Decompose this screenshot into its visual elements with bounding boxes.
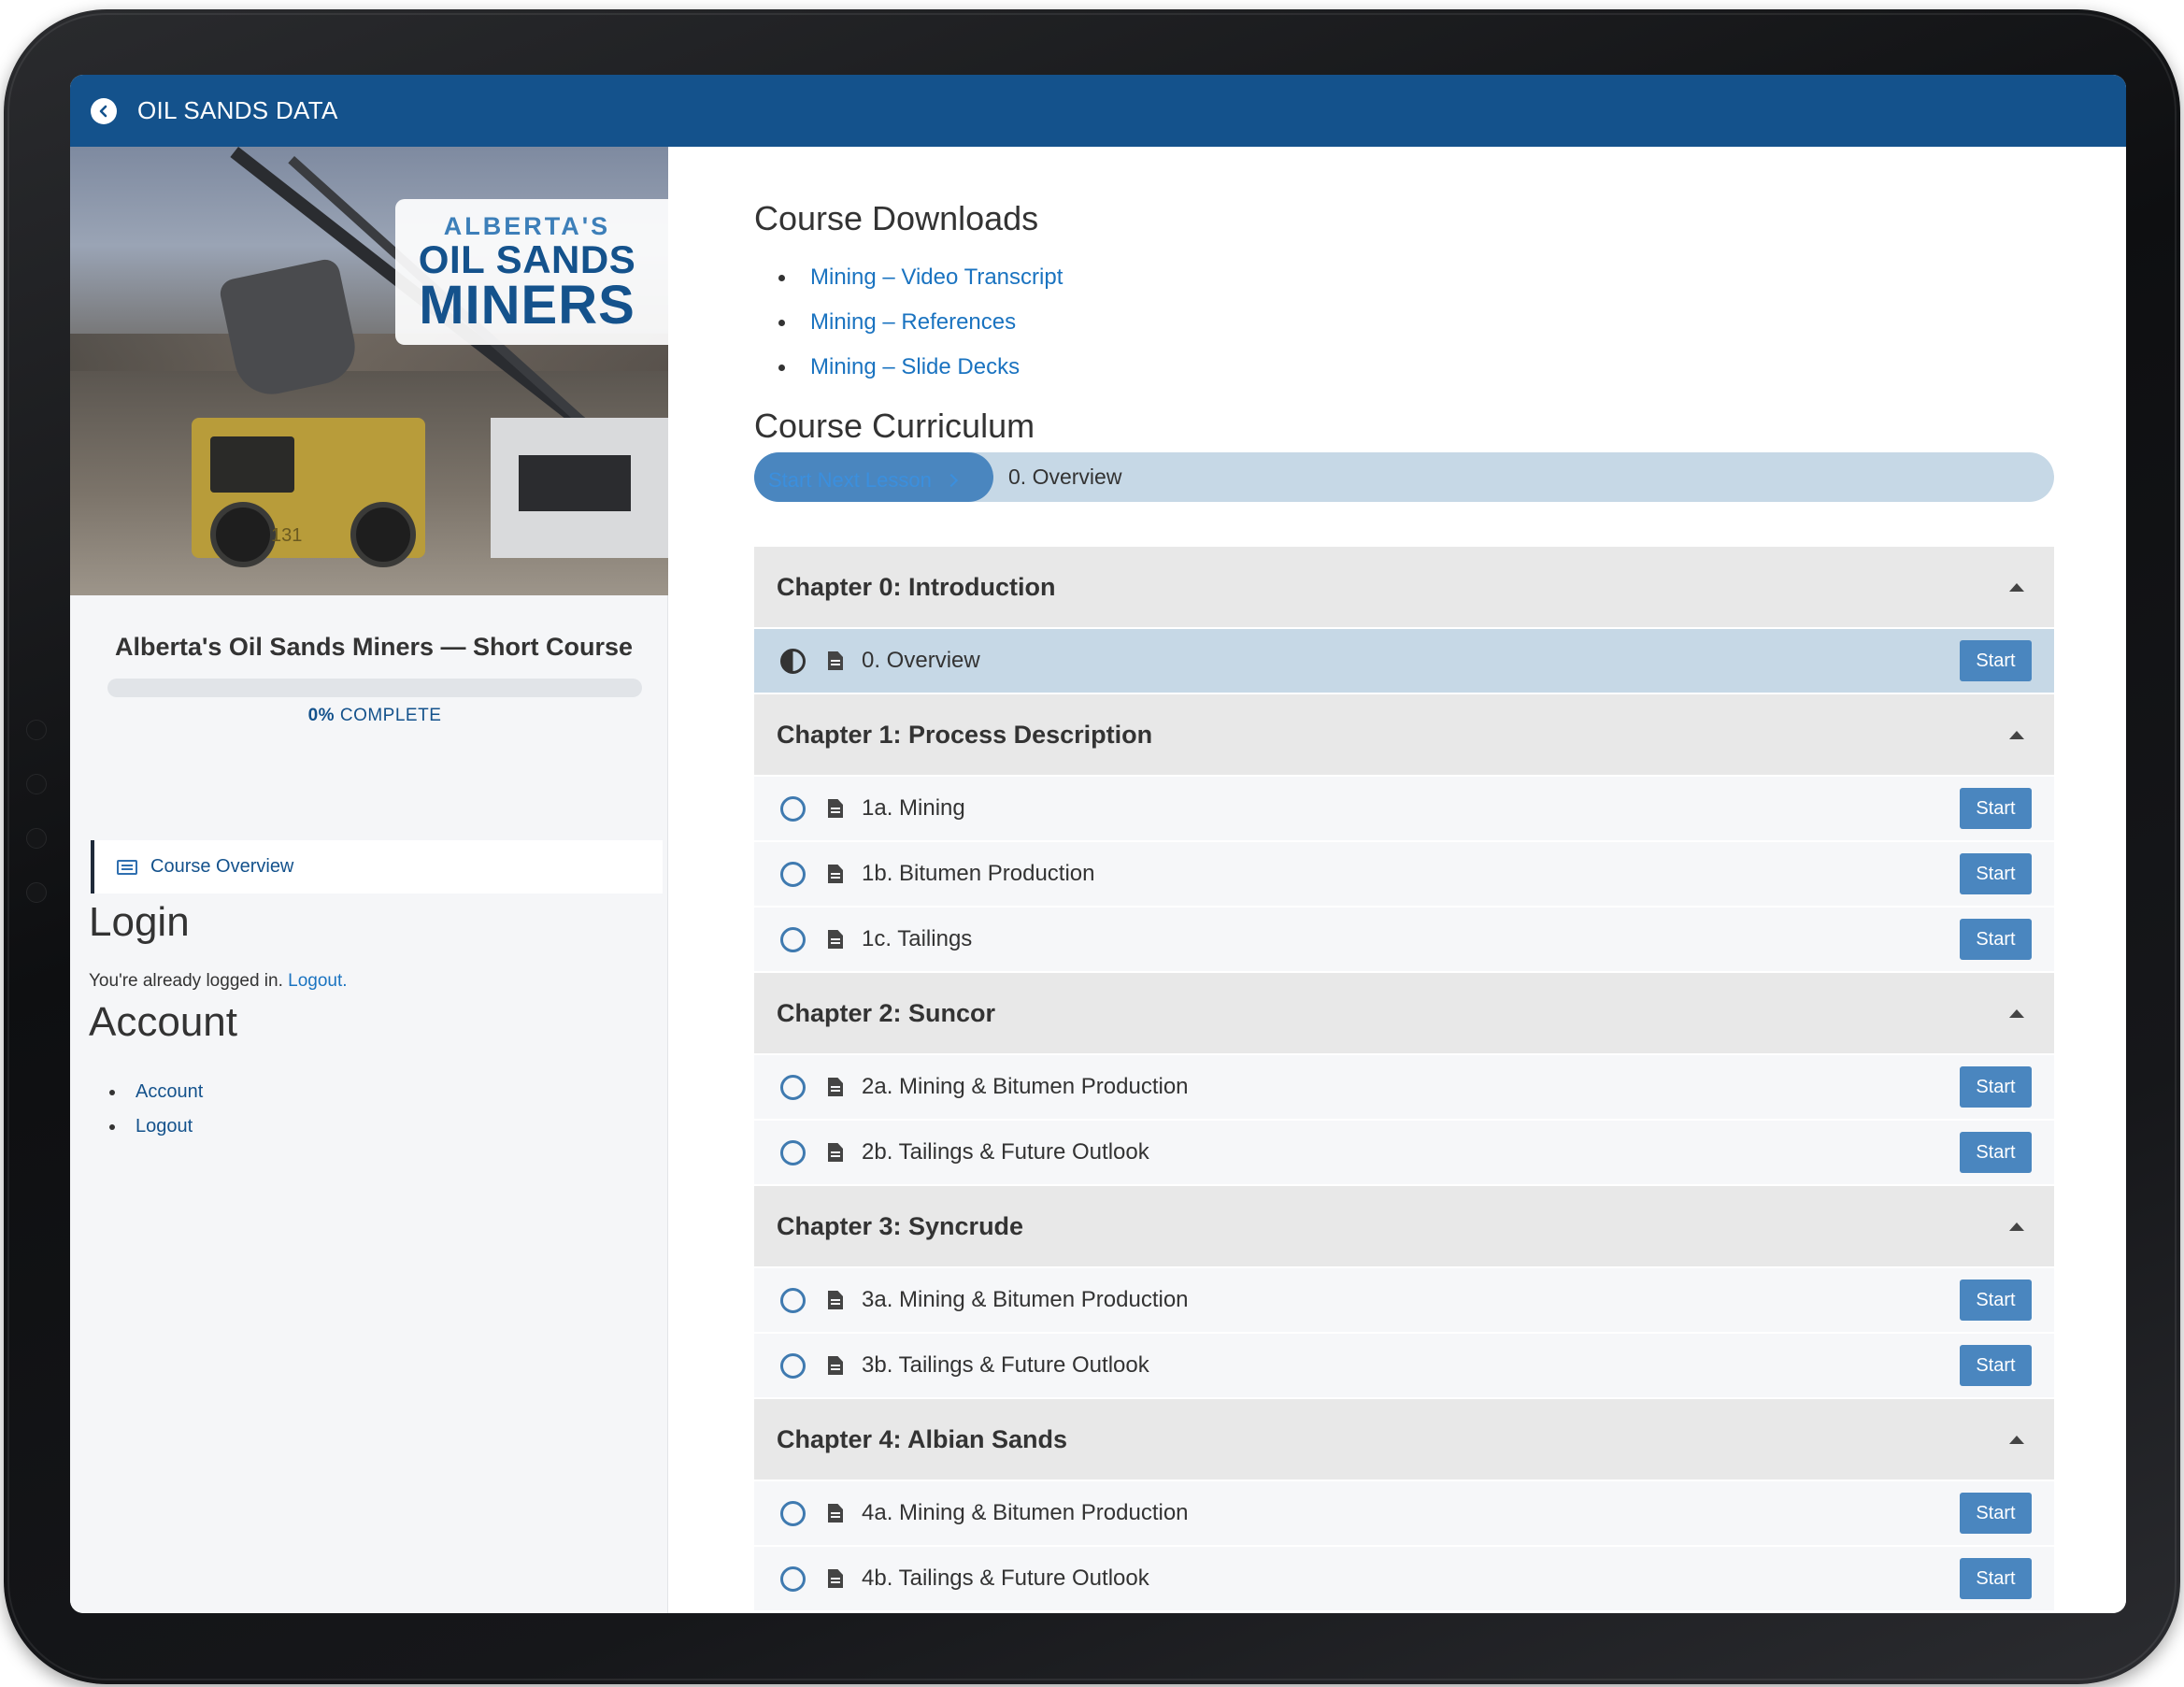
document-icon [828,799,843,818]
not-started-icon [780,795,806,822]
account-link[interactable]: Account [109,1081,203,1103]
caret-up-icon[interactable] [2009,730,2024,739]
main-content: Course Downloads Mining – Video Transcri… [668,147,2126,1613]
document-icon [828,651,843,670]
next-lesson-bar: Start Next Lesson 0. Overview [754,452,2054,502]
lesson-row[interactable]: 1a. Mining Start [754,777,2054,842]
document-icon [828,1569,843,1588]
not-started-icon [780,1074,806,1100]
start-button[interactable]: Start [1960,788,2032,829]
start-button[interactable]: Start [1960,1558,2032,1599]
course-hero-image: ALBERTA'S OIL SANDS MINERS 131 [70,147,668,595]
not-started-icon [780,1352,806,1379]
chapter-header[interactable]: Chapter 2: Suncor [754,973,2054,1055]
start-button[interactable]: Start [1960,1345,2032,1386]
lesson-row[interactable]: 2a. Mining & Bitumen Production Start [754,1055,2054,1121]
document-icon [828,1356,843,1375]
not-started-icon [780,861,806,887]
not-started-icon [780,926,806,952]
start-button[interactable]: Start [1960,1066,2032,1108]
top-bar: OIL SANDS DATA [70,75,2126,147]
document-icon [828,1504,843,1523]
back-arrow-icon[interactable] [91,97,117,124]
start-button[interactable]: Start [1960,1280,2032,1321]
start-button[interactable]: Start [1960,853,2032,894]
account-heading: Account [89,999,237,1045]
document-icon [828,1291,843,1309]
curriculum-heading: Course Curriculum [754,407,1035,445]
account-links: Account Logout [109,1081,203,1151]
caret-up-icon[interactable] [2009,1008,2024,1018]
lesson-row[interactable]: 1c. Tailings Start [754,908,2054,973]
course-logo: ALBERTA'S OIL SANDS MINERS [395,199,668,345]
not-started-icon [780,1287,806,1313]
login-heading: Login [89,899,190,945]
not-started-icon [780,1565,806,1592]
document-icon [828,930,843,949]
logout-inline-link[interactable]: Logout. [288,971,347,991]
chapter-header[interactable]: Chapter 0: Introduction [754,547,2054,629]
caret-up-icon[interactable] [2009,582,2024,592]
progress-bar [107,679,642,697]
in-progress-icon [780,648,806,674]
list-icon [117,859,137,875]
chapter-header[interactable]: Chapter 3: Syncrude [754,1186,2054,1268]
start-button[interactable]: Start [1960,1132,2032,1173]
lesson-row[interactable]: 4a. Mining & Bitumen Production Start [754,1481,2054,1547]
lesson-row[interactable]: 0. Overview Start [754,629,2054,694]
progress-text: 0% COMPLETE [307,706,442,725]
logout-link[interactable]: Logout [109,1116,203,1137]
document-icon [828,1078,843,1096]
app-screen: OIL SANDS DATA ALBERTA'S OIL SANDS MINER… [70,75,2126,1613]
not-started-icon [780,1500,806,1526]
download-link[interactable]: Mining – References [778,308,1063,353]
truck-number: 131 [271,525,303,546]
course-title: Alberta's Oil Sands Miners — Short Cours… [114,633,634,661]
start-button[interactable]: Start [1960,640,2032,681]
chevron-right-icon [944,473,958,487]
login-status: You're already logged in. Logout. [89,971,348,991]
lesson-row[interactable]: 2b. Tailings & Future Outlook Start [754,1121,2054,1186]
sidebar: ALBERTA'S OIL SANDS MINERS 131 Alberta's… [70,147,668,1613]
lesson-row[interactable]: 4b. Tailings & Future Outlook Start [754,1547,2054,1612]
start-next-lesson-button[interactable]: Start Next Lesson [754,452,993,502]
downloads-heading: Course Downloads [754,199,1039,237]
start-button[interactable]: Start [1960,919,2032,960]
chapter-header[interactable]: Chapter 1: Process Description [754,694,2054,777]
caret-up-icon[interactable] [2009,1435,2024,1444]
next-lesson-title: 0. Overview [1008,465,1122,489]
document-icon [828,865,843,883]
lesson-row[interactable]: 3a. Mining & Bitumen Production Start [754,1268,2054,1334]
start-button[interactable]: Start [1960,1493,2032,1534]
chapter-header[interactable]: Chapter 4: Albian Sands [754,1399,2054,1481]
site-title[interactable]: OIL SANDS DATA [137,96,338,125]
not-started-icon [780,1139,806,1165]
lesson-row[interactable]: 3b. Tailings & Future Outlook Start [754,1334,2054,1399]
caret-up-icon[interactable] [2009,1222,2024,1231]
document-icon [828,1143,843,1162]
course-overview-link[interactable]: Course Overview [91,840,663,894]
downloads-list: Mining – Video Transcript Mining – Refer… [778,264,1063,398]
curriculum-list: Chapter 0: Introduction 0. Overview Star… [754,547,2054,1612]
lesson-row[interactable]: 1b. Bitumen Production Start [754,842,2054,908]
download-link[interactable]: Mining – Video Transcript [778,264,1063,308]
device-side-dots [26,720,54,936]
download-link[interactable]: Mining – Slide Decks [778,353,1063,398]
